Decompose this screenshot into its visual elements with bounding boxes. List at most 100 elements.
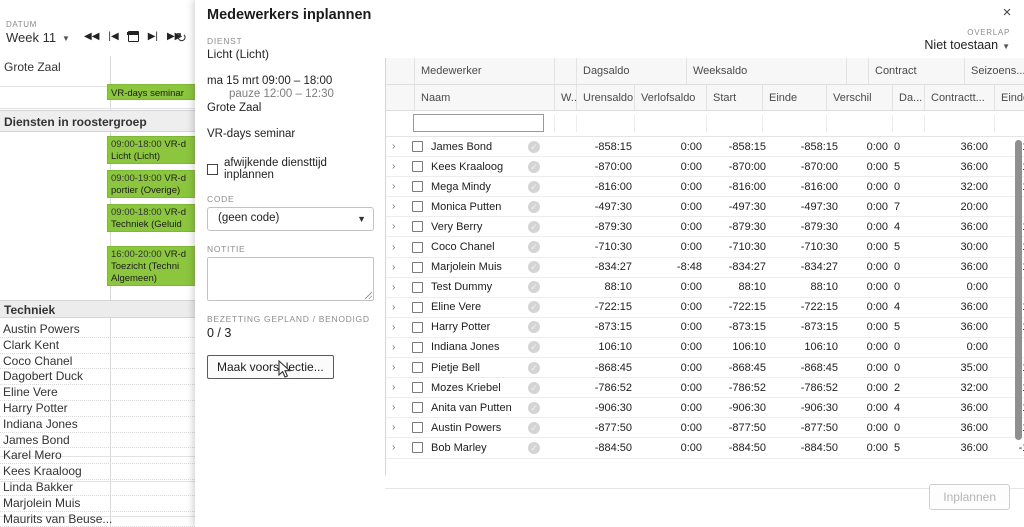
- row-checkbox-cell[interactable]: [412, 217, 426, 236]
- table-row[interactable]: › Mozes Kriebel ✓ -786:52 0:00 -786:52 -786:52…: [386, 378, 1024, 399]
- row-checkbox-cell[interactable]: [412, 358, 426, 377]
- column-header-contracttype[interactable]: Contractt...: [924, 85, 994, 110]
- table-row[interactable]: › Eline Vere ✓ -722:15 0:00 -722:15 -722:15 0:0…: [386, 298, 1024, 318]
- row-checkbox-cell[interactable]: [412, 298, 426, 317]
- next-period-icon[interactable]: ▶|: [148, 31, 158, 42]
- background-person-row[interactable]: Dagobert Duck: [0, 369, 195, 386]
- background-person-row[interactable]: Indiana Jones: [0, 417, 195, 433]
- row-expand-icon[interactable]: ›: [392, 177, 408, 196]
- row-checkbox-cell[interactable]: [412, 258, 426, 277]
- row-checkbox-cell[interactable]: [412, 398, 426, 417]
- row-expand-icon[interactable]: ›: [392, 398, 408, 417]
- background-person-row[interactable]: Coco Chanel: [0, 354, 195, 370]
- background-person-row[interactable]: Karel Mero: [0, 448, 195, 465]
- background-person-row[interactable]: Marjolein Muis: [0, 496, 195, 512]
- group-header-medewerker[interactable]: Medewerker: [414, 58, 554, 84]
- resize-grip-icon[interactable]: [365, 292, 372, 299]
- group-header-seizoens[interactable]: Seizoens...: [964, 58, 1024, 84]
- row-checkbox-cell[interactable]: [412, 137, 426, 156]
- row-expand-icon[interactable]: ›: [392, 137, 408, 156]
- row-checkbox-cell[interactable]: [412, 318, 426, 337]
- table-scrollbar[interactable]: [1015, 140, 1022, 440]
- column-header-einde-2[interactable]: Einde: [994, 85, 1024, 110]
- row-checkbox[interactable]: [412, 201, 423, 213]
- row-checkbox[interactable]: [412, 241, 423, 253]
- background-person-row[interactable]: Eline Vere: [0, 385, 195, 401]
- table-row[interactable]: › Austin Powers ✓ -877:50 0:00 -877:50 -877:50…: [386, 418, 1024, 439]
- row-checkbox-cell[interactable]: [412, 438, 426, 457]
- row-checkbox-cell[interactable]: [412, 157, 426, 176]
- shift-block-4[interactable]: 16:00-20:00 VR-d Toezicht (Techni Algeme…: [107, 246, 199, 286]
- column-header-verlofsaldo[interactable]: Verlofsaldo: [634, 85, 706, 110]
- row-checkbox-cell[interactable]: [412, 338, 426, 357]
- shift-block-3[interactable]: 09:00-18:00 VR-d Techniek (Geluid: [107, 204, 199, 232]
- row-checkbox-cell[interactable]: [412, 278, 426, 297]
- row-checkbox[interactable]: [412, 301, 423, 313]
- row-expand-icon[interactable]: ›: [392, 258, 408, 277]
- row-expand-icon[interactable]: ›: [392, 438, 408, 457]
- background-person-row[interactable]: Harry Potter: [0, 401, 195, 417]
- refresh-icon[interactable]: ↻: [176, 31, 187, 44]
- table-row[interactable]: › Harry Potter ✓ -873:15 0:00 -873:15 -873:15 0…: [386, 318, 1024, 338]
- row-checkbox[interactable]: [412, 141, 423, 153]
- row-expand-icon[interactable]: ›: [392, 318, 408, 337]
- row-expand-icon[interactable]: ›: [392, 197, 408, 216]
- schedule-button[interactable]: Inplannen: [929, 484, 1010, 510]
- first-period-icon[interactable]: ◀◀: [84, 31, 99, 42]
- background-person-row[interactable]: James Bond: [0, 433, 195, 449]
- column-header-w[interactable]: W...: [554, 85, 576, 110]
- table-row[interactable]: › Monica Putten ✓ -497:30 0:00 -497:30 -497:30…: [386, 197, 1024, 218]
- table-row[interactable]: › Marjolein Muis ✓ -834:27 -8:48 -834:27 -834:…: [386, 258, 1024, 278]
- row-expand-icon[interactable]: ›: [392, 237, 408, 256]
- row-checkbox[interactable]: [412, 442, 423, 454]
- table-row[interactable]: › Kees Kraaloog ✓ -870:00 0:00 -870:00 -870:00…: [386, 157, 1024, 178]
- background-person-row[interactable]: Austin Powers: [0, 322, 195, 338]
- row-checkbox-cell[interactable]: [412, 177, 426, 196]
- row-expand-icon[interactable]: ›: [392, 378, 408, 397]
- overlap-selector[interactable]: OVERLAP Niet toestaan ▼: [924, 28, 1010, 52]
- table-row[interactable]: › Coco Chanel ✓ -710:30 0:00 -710:30 -710:30 0:…: [386, 237, 1024, 258]
- notitie-textarea[interactable]: [207, 257, 374, 301]
- shift-block-2[interactable]: 09:00-19:00 VR-d portier (Overige): [107, 170, 199, 198]
- column-header-da[interactable]: Da...: [892, 85, 924, 110]
- row-checkbox-cell[interactable]: [412, 197, 426, 216]
- row-checkbox-cell[interactable]: [412, 378, 426, 397]
- row-checkbox[interactable]: [412, 281, 423, 293]
- row-expand-icon[interactable]: ›: [392, 418, 408, 437]
- deviating-time-checkbox-row[interactable]: afwijkende diensttijd inplannen: [207, 157, 373, 181]
- row-expand-icon[interactable]: ›: [392, 358, 408, 377]
- row-expand-icon[interactable]: ›: [392, 298, 408, 317]
- row-checkbox-cell[interactable]: [412, 418, 426, 437]
- row-checkbox[interactable]: [412, 221, 423, 233]
- table-row[interactable]: › Test Dummy ✓ 88:10 0:00 88:10 88:10 0:00 0 0:00…: [386, 278, 1024, 298]
- background-person-row[interactable]: Clark Kent: [0, 338, 195, 354]
- row-checkbox[interactable]: [412, 422, 423, 434]
- column-header-start[interactable]: Start: [706, 85, 762, 110]
- background-person-row[interactable]: Linda Bakker: [0, 480, 195, 496]
- week-selector-caret-icon[interactable]: ▼: [62, 34, 70, 43]
- row-expand-icon[interactable]: ›: [392, 338, 408, 357]
- row-checkbox-cell[interactable]: [412, 237, 426, 256]
- overlap-value[interactable]: Niet toestaan ▼: [924, 38, 1010, 52]
- row-checkbox[interactable]: [412, 402, 423, 414]
- row-checkbox[interactable]: [412, 382, 423, 394]
- background-person-row[interactable]: Maurits van Beuse...: [0, 512, 195, 527]
- week-selector-value[interactable]: Week 11: [6, 30, 56, 45]
- row-checkbox[interactable]: [412, 341, 423, 353]
- row-expand-icon[interactable]: ›: [392, 157, 408, 176]
- row-checkbox[interactable]: [412, 261, 423, 273]
- column-header-urensaldo[interactable]: Urensaldo: [576, 85, 634, 110]
- row-checkbox[interactable]: [412, 362, 423, 374]
- background-person-row[interactable]: Kees Kraaloog: [0, 464, 195, 480]
- table-row[interactable]: › Mega Mindy ✓ -816:00 0:00 -816:00 -816:00 0:0…: [386, 177, 1024, 198]
- table-row[interactable]: › Pietje Bell ✓ -868:45 0:00 -868:45 -868:45 0:…: [386, 358, 1024, 379]
- row-checkbox[interactable]: [412, 161, 423, 173]
- shift-block-1[interactable]: 09:00-18:00 VR-d Licht (Licht): [107, 136, 199, 164]
- column-header-naam[interactable]: Naam: [414, 85, 554, 110]
- name-filter-input[interactable]: [413, 114, 544, 132]
- event-block[interactable]: VR-days seminar: [107, 84, 199, 100]
- table-row[interactable]: › James Bond ✓ -858:15 0:00 -858:15 -858:15 0:0…: [386, 137, 1024, 158]
- column-header-einde[interactable]: Einde: [762, 85, 826, 110]
- previous-period-icon[interactable]: |◀: [108, 31, 118, 42]
- row-expand-icon[interactable]: ›: [392, 278, 408, 297]
